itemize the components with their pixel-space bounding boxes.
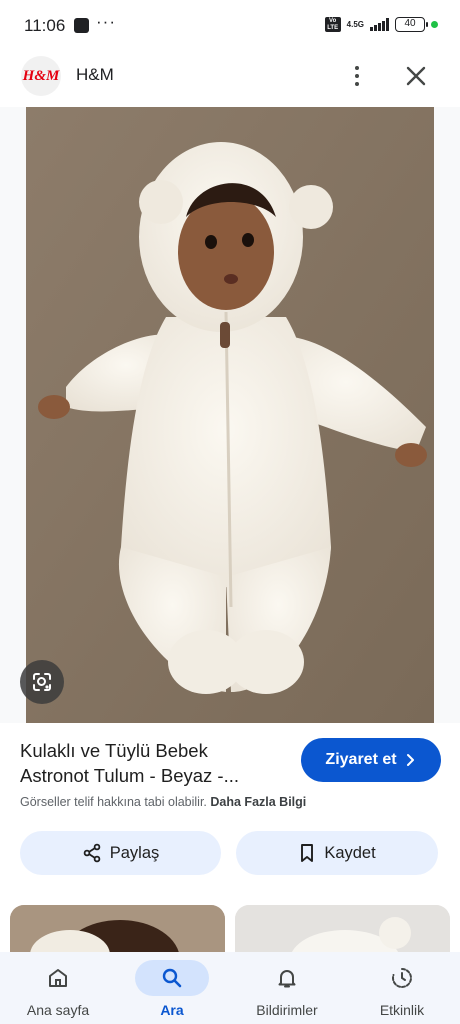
result-title[interactable]: Kulaklı ve Tüylü Bebek Astronot Tulum - … [20, 738, 280, 788]
visit-button-label: Ziyaret et [325, 751, 397, 768]
copyright-text: Görseller telif hakkına tabi olabilir. [20, 795, 207, 809]
nav-activity-label: Etkinlik [379, 1002, 425, 1018]
status-bar: 11:06 ··· Vo LTE 4.5G 40 [0, 0, 460, 52]
status-icons: Vo LTE 4.5G 40 [324, 17, 438, 32]
privacy-indicator-icon [431, 21, 438, 28]
nav-notifications-label: Bildirimler [256, 1002, 318, 1018]
share-icon [83, 843, 101, 863]
nav-search-label: Ara [160, 1002, 184, 1018]
signal-icon [370, 18, 389, 31]
nav-activity[interactable]: Etkinlik [352, 952, 452, 1024]
notification-app-icon [74, 18, 89, 33]
source-header: H&M H&M [0, 52, 460, 102]
site-logo[interactable]: H&M [21, 56, 61, 96]
home-icon [49, 969, 67, 987]
chevron-right-icon [406, 754, 414, 766]
image-viewer[interactable] [0, 107, 460, 723]
status-time: 11:06 [24, 16, 66, 35]
product-image [26, 107, 434, 723]
activity-icon [392, 968, 412, 988]
network-type: 4.5G [346, 19, 364, 29]
more-info-link[interactable]: Daha Fazla Bilgi [210, 795, 306, 809]
result-title-line-2: Astronot Tulum - Beyaz -... [20, 765, 239, 786]
volte-icon: Vo LTE [324, 17, 341, 32]
site-name[interactable]: H&M [76, 65, 114, 85]
lens-search-button[interactable] [20, 660, 64, 704]
save-button[interactable]: Kaydet [236, 831, 438, 875]
more-options-icon[interactable] [346, 62, 368, 90]
bell-icon [278, 970, 296, 988]
bookmark-icon [301, 844, 314, 862]
bottom-navigation: Ana sayfa Ara Bildirimler Etkinlik [0, 952, 460, 1024]
save-label: Kaydet [324, 843, 376, 862]
battery-icon: 40 [395, 17, 428, 32]
share-label: Paylaş [109, 843, 160, 862]
share-button[interactable]: Paylaş [20, 831, 221, 875]
lens-icon [33, 673, 51, 691]
result-title-line-1: Kulaklı ve Tüylü Bebek [20, 740, 208, 761]
nav-home-label: Ana sayfa [26, 1002, 90, 1018]
close-icon[interactable] [403, 63, 429, 89]
more-notifications-icon: ··· [96, 12, 116, 31]
nav-search[interactable]: Ara [122, 952, 222, 1024]
nav-home[interactable]: Ana sayfa [8, 952, 108, 1024]
copyright-notice: Görseller telif hakkına tabi olabilir. D… [20, 795, 306, 809]
search-icon [162, 968, 182, 988]
visit-button[interactable]: Ziyaret et [301, 738, 441, 782]
nav-notifications[interactable]: Bildirimler [237, 952, 337, 1024]
